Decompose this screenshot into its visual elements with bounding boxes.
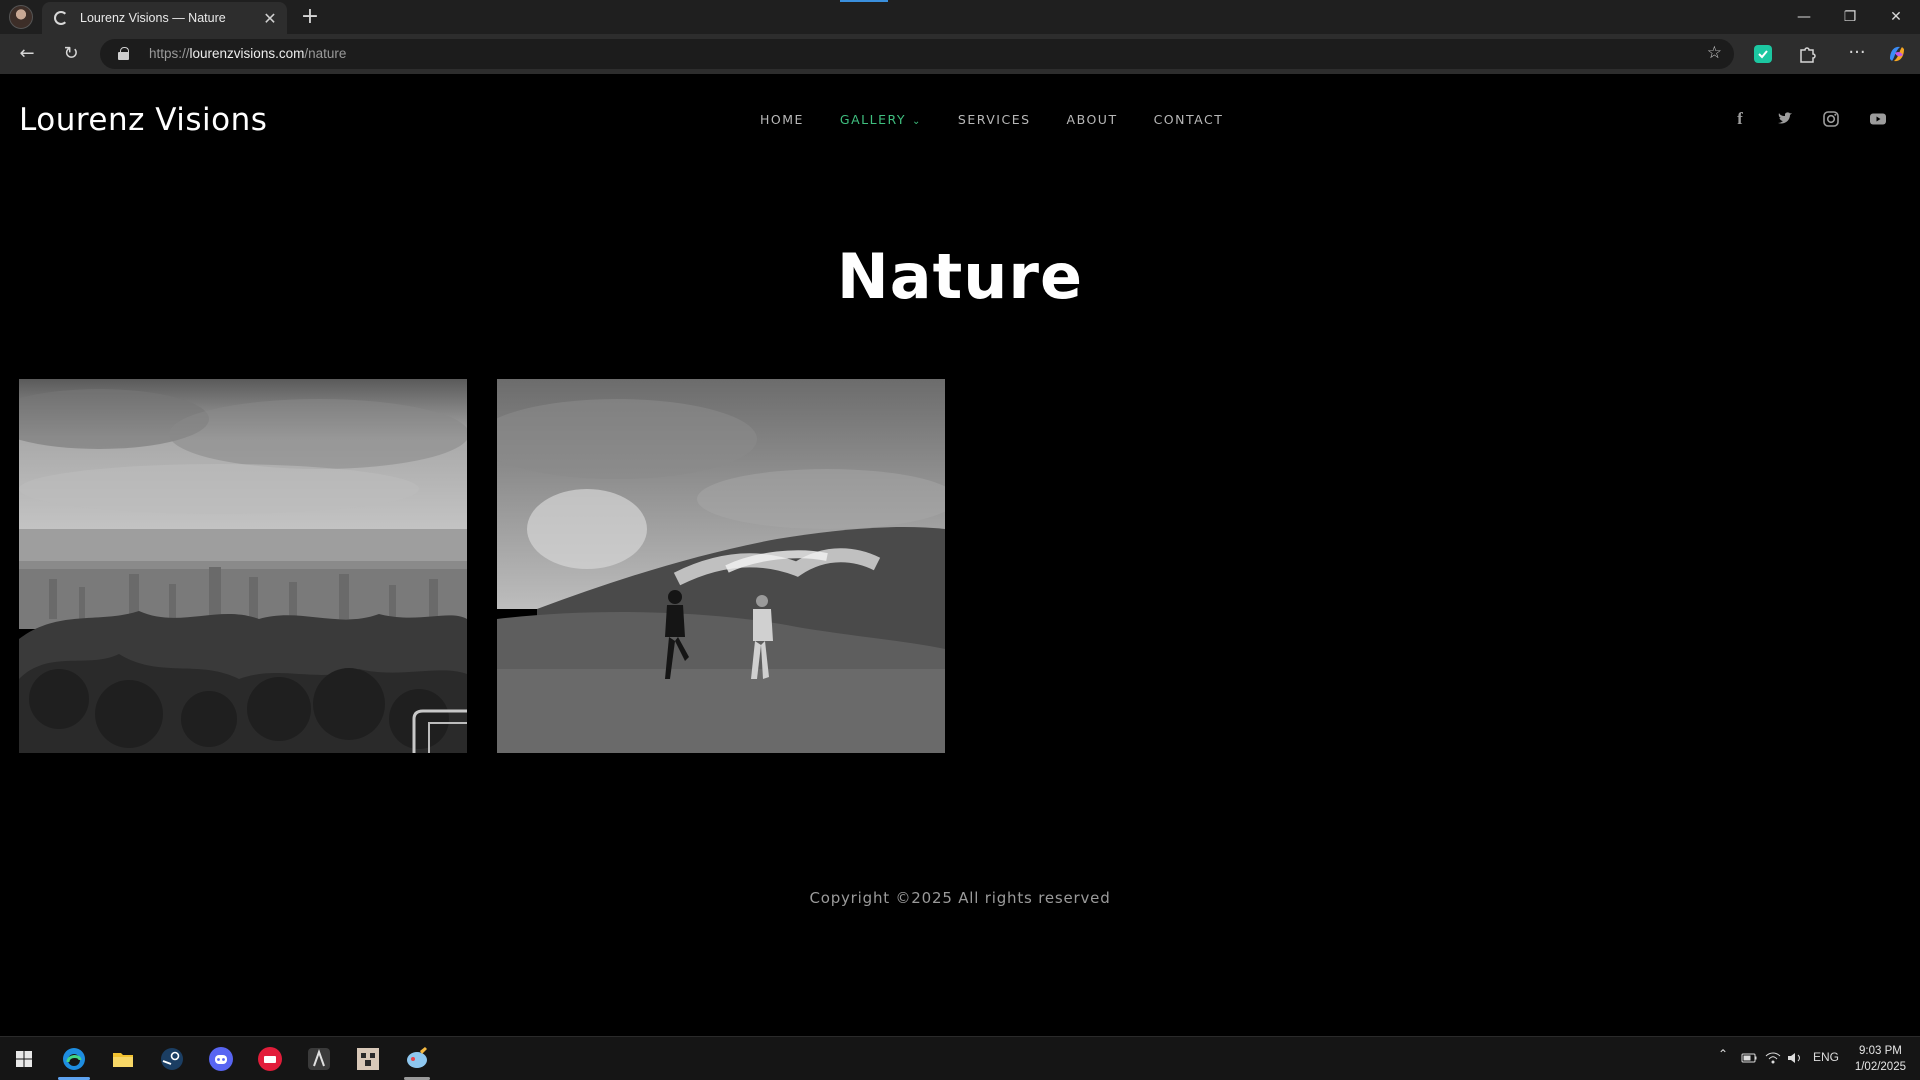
more-icon[interactable]: ··· (1842, 38, 1872, 68)
app-paint-icon[interactable] (403, 1045, 431, 1073)
copilot-icon[interactable] (1886, 43, 1908, 65)
chevron-up-icon[interactable]: ⌃ (1718, 1047, 1728, 1061)
address-bar[interactable]: https://lourenzvisions.com/nature ☆ (100, 39, 1734, 69)
restore-icon[interactable]: ❐ (1827, 0, 1873, 34)
app-red-icon[interactable] (256, 1045, 284, 1073)
tab-active[interactable]: Lourenz Visions — Nature ✕ (42, 2, 287, 34)
twitter-icon[interactable] (1774, 108, 1796, 130)
facebook-icon[interactable]: f (1729, 108, 1751, 130)
page-title: Nature (836, 240, 1084, 313)
clock-time: 9:03 PM (1859, 1045, 1902, 1057)
address-bar-row: ← ↻ https://lourenzvisions.com/nature ☆ … (0, 34, 1920, 74)
gallery-photo-field[interactable] (497, 379, 945, 753)
edge-icon[interactable] (60, 1045, 88, 1073)
profile-avatar[interactable] (9, 5, 33, 29)
discord-icon[interactable] (207, 1045, 235, 1073)
refresh-icon[interactable]: ↻ (56, 39, 86, 69)
plus-icon[interactable]: + (296, 3, 324, 31)
network-icon[interactable] (1764, 1049, 1782, 1067)
lock-icon[interactable] (118, 47, 129, 60)
back-icon[interactable]: ← (12, 39, 42, 69)
language-indicator[interactable]: ENG (1813, 1050, 1839, 1064)
tab-bar: Lourenz Visions — Nature ✕ + — ❐ ✕ (0, 0, 1920, 34)
star-icon[interactable]: ☆ (1707, 43, 1722, 63)
nav-about[interactable]: ABOUT (1067, 112, 1118, 127)
clock-date: 1/02/2025 (1854, 1061, 1906, 1073)
tab-favicon-icon (54, 11, 68, 25)
nav-gallery[interactable]: GALLERY ⌄ (840, 112, 922, 127)
footer-copyright: Copyright ©2025 All rights reserved (809, 889, 1111, 907)
app-pixel-icon[interactable] (354, 1045, 382, 1073)
close-icon[interactable]: ✕ (257, 9, 283, 28)
puzzle-icon[interactable] (1796, 43, 1818, 65)
file-explorer-icon[interactable] (109, 1045, 137, 1073)
chevron-down-icon: ⌄ (912, 116, 922, 127)
app-dark-icon[interactable] (305, 1045, 333, 1073)
nav-contact[interactable]: CONTACT (1154, 112, 1224, 127)
url-text[interactable]: https://lourenzvisions.com/nature (149, 46, 346, 61)
nav-services[interactable]: SERVICES (958, 112, 1031, 127)
steam-icon[interactable] (158, 1045, 186, 1073)
volume-icon[interactable] (1786, 1049, 1804, 1067)
minimize-icon[interactable]: — (1781, 0, 1827, 34)
tab-title: Lourenz Visions — Nature (80, 11, 226, 25)
main-nav: HOME GALLERY ⌄ SERVICES ABOUT CONTACT (760, 112, 1259, 127)
site-logo[interactable]: Lourenz Visions (19, 102, 267, 138)
instagram-icon[interactable] (1820, 108, 1842, 130)
window-close-icon[interactable]: ✕ (1873, 0, 1919, 34)
tab-drag-indicator (840, 0, 888, 2)
web-page: Lourenz Visions HOME GALLERY ⌄ SERVICES A… (4, 74, 1916, 1036)
gallery-photo-city[interactable] (19, 379, 467, 753)
system-clock[interactable]: 9:03 PM 1/02/2025 (1855, 1043, 1906, 1075)
windows-start-icon[interactable] (10, 1045, 38, 1073)
extension-icon[interactable] (1752, 43, 1774, 65)
taskbar: ⌃ ENG 9:03 PM 1/02/2025 (0, 1036, 1920, 1080)
youtube-icon[interactable] (1867, 108, 1889, 130)
battery-icon[interactable] (1740, 1049, 1758, 1067)
nav-home[interactable]: HOME (760, 112, 804, 127)
